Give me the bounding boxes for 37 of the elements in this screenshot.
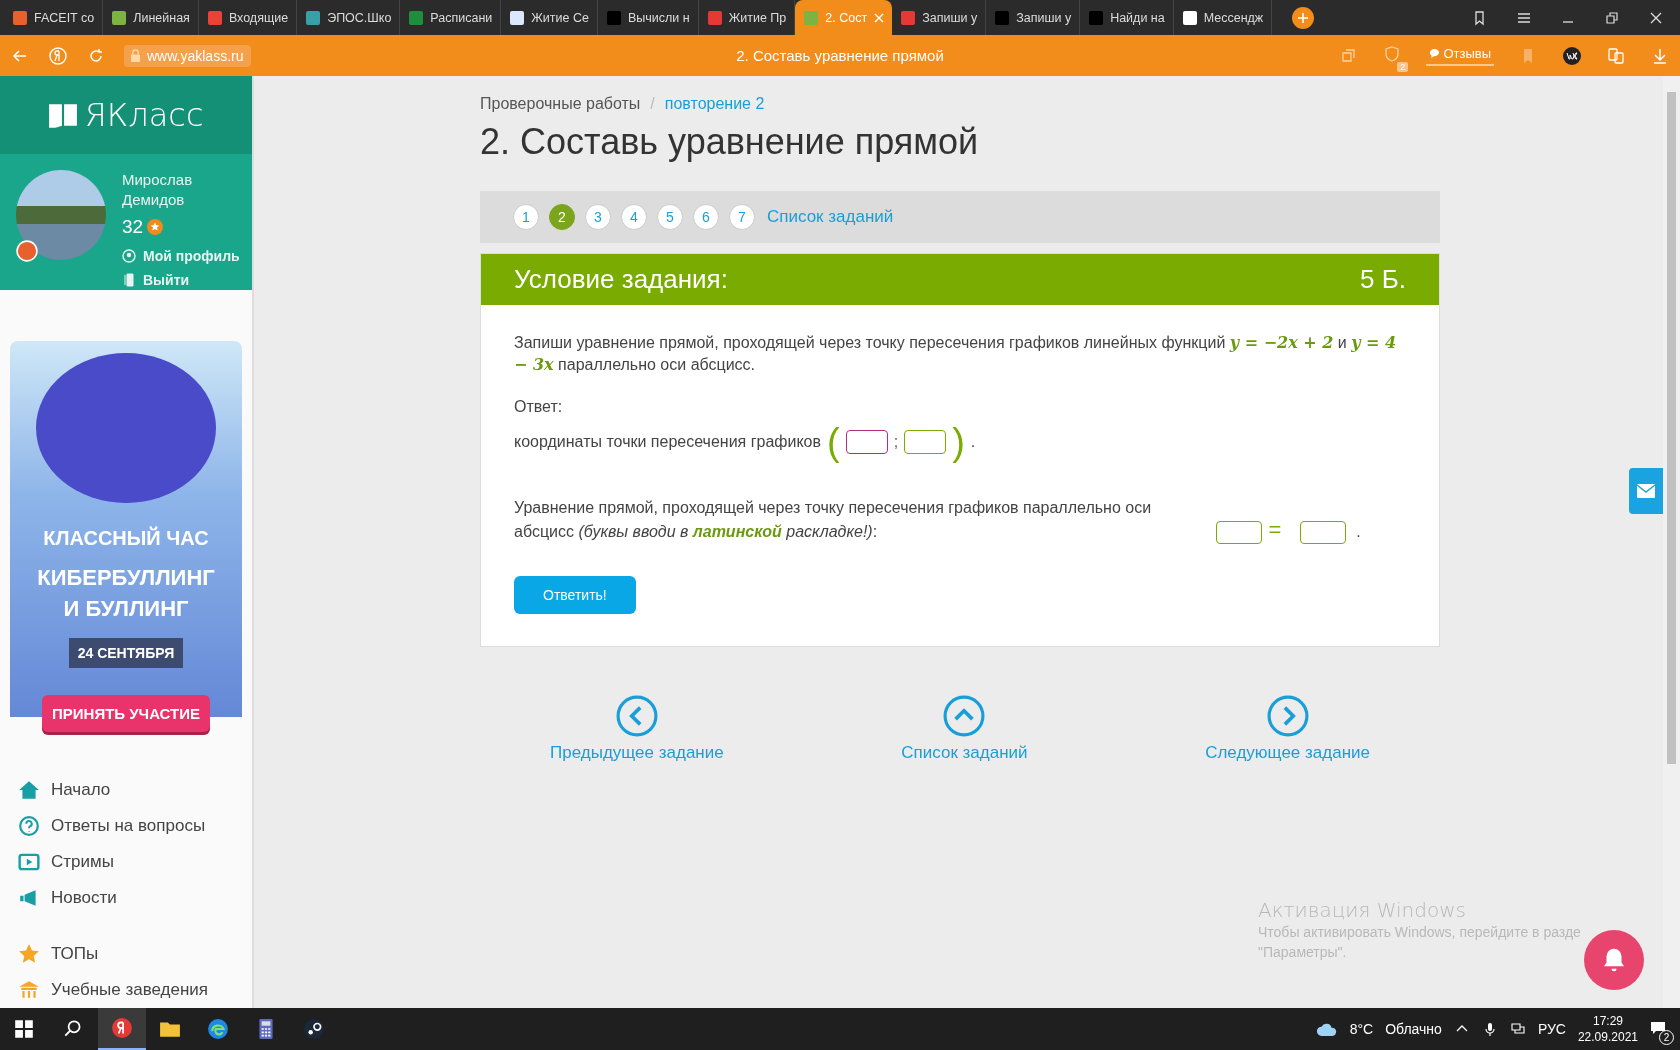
date-label: 24 СЕНТЯБРЯ [68, 638, 184, 669]
count-badge: 2 [1397, 61, 1409, 72]
user-name: Мирослав Демидов [122, 170, 194, 211]
clock-date[interactable]: 22.09.2021 [1577, 1029, 1638, 1045]
task-statement: Запиши уравнение прямой, проходящей через точку пересечения графиков линейных функций y = −2x + 2 и y = 4 − 3x параллельно оси абсцисс. [514, 332, 1398, 376]
menu-item[interactable]: ТОПы [18, 936, 252, 972]
card-title: Условие задания: [514, 264, 728, 295]
site-logo[interactable]: ЯКласс [0, 76, 252, 155]
separator: ; [893, 433, 899, 451]
menu-item[interactable]: Новости [18, 880, 252, 916]
equation-instruction: Уравнение прямой, проходящей через точку пересечения графиков параллельно оси абсцисс (буквы вводи в латинской раскладке!): [514, 498, 1153, 542]
breadcrumb-separator: / [650, 95, 655, 113]
period: . [970, 433, 976, 451]
temperature: 8°C [1349, 1021, 1374, 1037]
menu-item[interactable]: Начало [18, 772, 252, 808]
menu-item[interactable]: Стримы [18, 844, 252, 880]
menu-item[interactable]: Учебные заведения [18, 972, 252, 1008]
ad-banner[interactable]: КЛАССНЫЙ ЧАС КИБЕРБУЛЛИНГ И БУЛЛИНГ 24 СЕНТЯБРЯ ПРИНЯТЬ УЧАСТИЕ [10, 341, 242, 734]
menu-item[interactable]: Ответы на вопросы [18, 808, 252, 844]
breadcrumb-text[interactable]: Проверочные работы [480, 95, 641, 113]
period: . [1356, 522, 1361, 540]
parenthesis: ) [952, 422, 965, 462]
answer-label: Ответ: [514, 398, 564, 416]
ad-text: КЛАССНЫЙ ЧАС [43, 527, 209, 551]
weather-condition: Облачно [1385, 1021, 1442, 1037]
parenthesis: ( [827, 422, 840, 462]
page-heading: 2. Составь уравнение прямой [480, 121, 980, 163]
participate-button[interactable]: ПРИНЯТЬ УЧАСТИЕ [42, 695, 210, 732]
ad-text: КИБЕРБУЛЛИНГ И БУЛЛИНГ [36, 564, 216, 624]
coordinates-label: координаты точки пересечения графиков [514, 433, 821, 451]
clock-time[interactable]: 17:29 [1592, 1013, 1623, 1029]
points-label: 5 Б. [1360, 264, 1406, 295]
language-indicator[interactable]: РУС [1537, 1021, 1566, 1037]
points-count: 32 [122, 216, 144, 239]
page-title: 2. Составь уравнение прямой [736, 47, 944, 64]
equals-sign: = [1268, 516, 1282, 542]
notification-count: 2 [1659, 1029, 1674, 1045]
